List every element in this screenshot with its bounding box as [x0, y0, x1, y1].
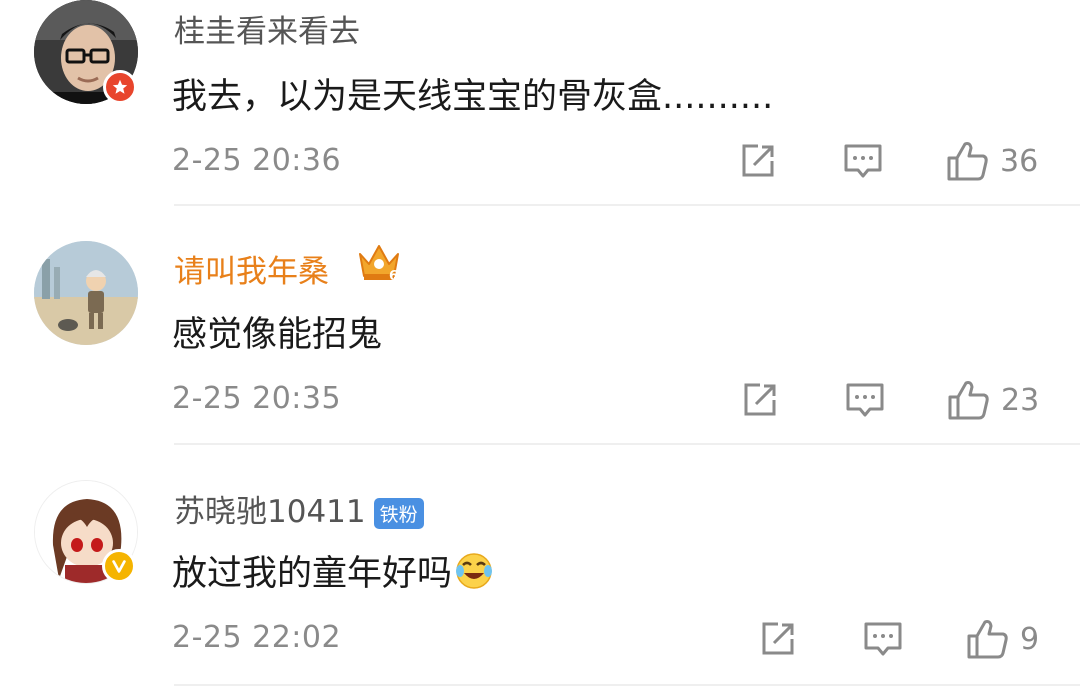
verified-v-badge-icon [102, 549, 136, 583]
like-count: 23 [1001, 382, 1040, 418]
fan-tag: 铁粉 [373, 498, 424, 529]
reply-button[interactable] [863, 619, 903, 659]
svg-text:6: 6 [389, 269, 398, 284]
comment-text: 我去，以为是天线宝宝的骨灰盒.......... [172, 77, 774, 117]
comment-text: 感觉像能招鬼 [172, 315, 383, 355]
avatar[interactable] [34, 241, 138, 345]
timestamp: 2-25 22:02 [172, 620, 342, 655]
reply-button[interactable] [845, 380, 885, 420]
comment-item: 桂圭看来看去 我去，以为是天线宝宝的骨灰盒.......... 2-25 20:… [0, 0, 1080, 208]
username[interactable]: 请叫我年桑 [174, 246, 329, 291]
comment-icon [864, 622, 902, 656]
divider [174, 204, 1080, 206]
username[interactable]: 桂圭看来看去 [174, 6, 360, 51]
timestamp: 2-25 20:36 [172, 143, 342, 178]
reply-button[interactable] [843, 141, 883, 181]
comment-icon [846, 383, 884, 417]
verified-badge-icon [103, 70, 137, 104]
like-button[interactable]: 9 [966, 617, 1039, 661]
comment-text: 放过我的童年好吗 [172, 545, 494, 600]
username[interactable]: 苏晓驰10411 铁粉 [174, 486, 424, 531]
thumbs-up-icon [947, 142, 988, 181]
crown-badge-icon: 6 [356, 240, 402, 288]
cartoon-figure-avatar-icon [34, 241, 138, 345]
share-button[interactable] [738, 141, 778, 181]
thumbs-up-icon [948, 381, 989, 420]
share-button[interactable] [758, 619, 798, 659]
like-count: 36 [1000, 143, 1039, 179]
like-button[interactable]: 36 [946, 139, 1038, 183]
username-text: 苏晓驰10411 [174, 494, 366, 530]
divider [174, 443, 1080, 445]
comment-icon [844, 144, 882, 178]
share-icon [762, 622, 794, 655]
share-icon [744, 383, 776, 416]
thumbs-up-icon [967, 620, 1008, 659]
share-icon [742, 144, 774, 177]
laughing-crying-emoji-icon [454, 551, 494, 600]
comment-text-content: 放过我的童年好吗 [172, 554, 453, 594]
timestamp: 2-25 20:35 [172, 381, 342, 416]
like-button[interactable]: 23 [947, 378, 1039, 422]
share-button[interactable] [740, 380, 780, 420]
divider [174, 684, 1080, 686]
like-count: 9 [1020, 621, 1040, 657]
